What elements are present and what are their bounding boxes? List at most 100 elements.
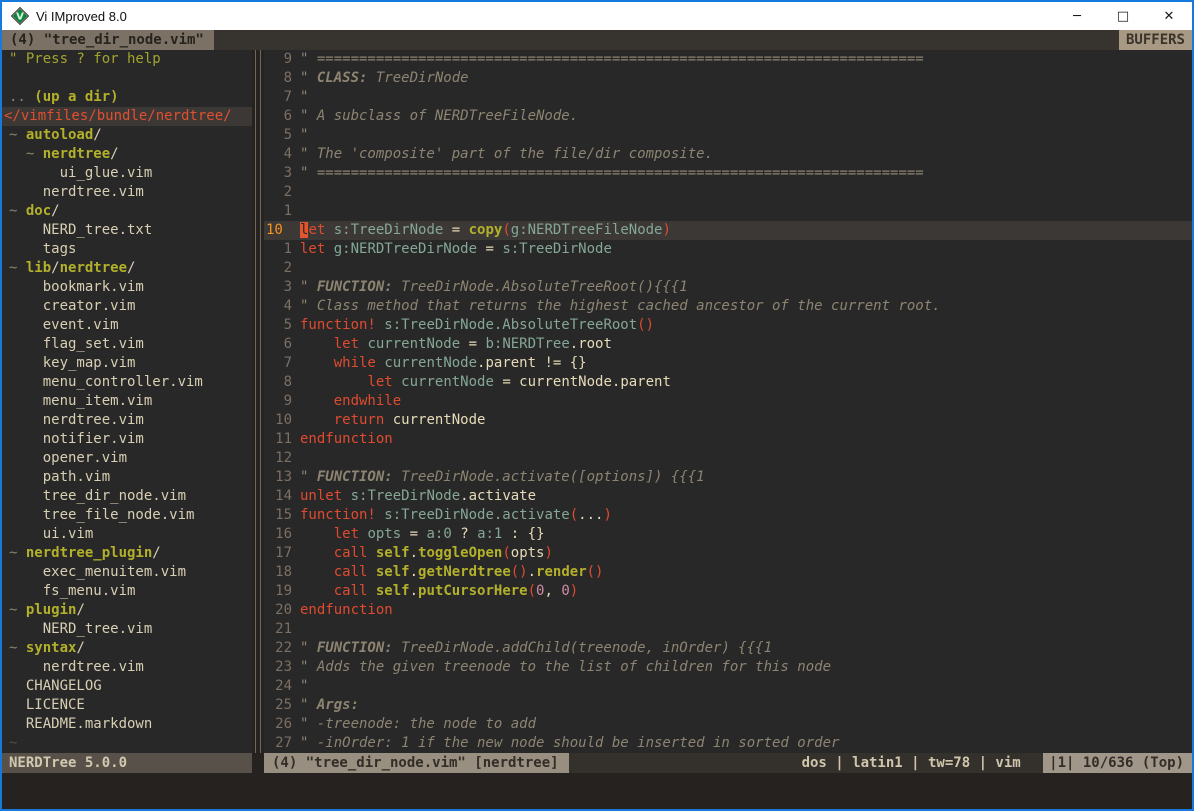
tree-item[interactable]: event.vim (2, 316, 252, 335)
tree-item-text: bookmark.vim (9, 278, 144, 297)
code-line[interactable]: 6" A subclass of NERDTreeFileNode. (264, 107, 1192, 126)
code-line[interactable]: 1let g:NERDTreeDirNode = s:TreeDirNode (264, 240, 1192, 259)
code-line[interactable]: 10let s:TreeDirNode = copy(g:NERDTreeFil… (264, 221, 1192, 240)
code-line-text: endfunction (300, 601, 393, 620)
code-line[interactable]: 5function! s:TreeDirNode.AbsoluteTreeRoo… (264, 316, 1192, 335)
tree-item[interactable]: LICENCE (2, 696, 252, 715)
tree-item[interactable]: </vimfiles/bundle/nerdtree/ (2, 107, 252, 126)
tree-item[interactable]: opener.vim (2, 449, 252, 468)
tab-current[interactable]: (4) "tree_dir_node.vim" (2, 30, 214, 50)
code-line[interactable]: 4" The 'composite' part of the file/dir … (264, 145, 1192, 164)
command-line[interactable] (2, 773, 1192, 809)
tree-item[interactable]: ~ autoload/ (2, 126, 252, 145)
tree-item[interactable]: bookmark.vim (2, 278, 252, 297)
tree-item-text: ~ doc/ (9, 202, 60, 221)
tree-item[interactable] (2, 69, 252, 88)
tree-item[interactable]: ~ plugin/ (2, 601, 252, 620)
tree-item[interactable]: ui_glue.vim (2, 164, 252, 183)
code-line[interactable]: 8 let currentNode = currentNode.parent (264, 373, 1192, 392)
minimize-button[interactable]: ─ (1054, 2, 1100, 30)
tabline: (4) "tree_dir_node.vim" BUFFERS (2, 30, 1192, 50)
buffers-tab[interactable]: BUFFERS (1119, 30, 1192, 50)
code-line[interactable]: 15function! s:TreeDirNode.activate(...) (264, 506, 1192, 525)
tree-item[interactable]: exec_menuitem.vim (2, 563, 252, 582)
tree-item[interactable]: nerdtree.vim (2, 183, 252, 202)
tree-item[interactable]: README.markdown (2, 715, 252, 734)
code-line[interactable]: 4" Class method that returns the highest… (264, 297, 1192, 316)
maximize-button[interactable]: □ (1100, 2, 1146, 30)
code-line[interactable]: 7" (264, 88, 1192, 107)
tree-item[interactable]: creator.vim (2, 297, 252, 316)
code-line[interactable]: 11endfunction (264, 430, 1192, 449)
tree-item[interactable]: ~ doc/ (2, 202, 252, 221)
tree-item[interactable]: ~ (2, 734, 252, 753)
code-line[interactable]: 2 (264, 259, 1192, 278)
tree-item[interactable]: menu_item.vim (2, 392, 252, 411)
tree-item[interactable]: path.vim (2, 468, 252, 487)
nerdtree-status: NERDTree 5.0.0 (2, 753, 252, 773)
code-line[interactable]: 18 call self.getNerdtree().render() (264, 563, 1192, 582)
tree-item[interactable]: NERD_tree.txt (2, 221, 252, 240)
code-line[interactable]: 21 (264, 620, 1192, 639)
code-line[interactable]: 24" (264, 677, 1192, 696)
tree-item[interactable]: .. (up a dir) (2, 88, 252, 107)
code-line[interactable]: 19 call self.putCursorHere(0, 0) (264, 582, 1192, 601)
code-line[interactable]: 17 call self.toggleOpen(opts) (264, 544, 1192, 563)
code-line[interactable]: 3" FUNCTION: TreeDirNode.AbsoluteTreeRoo… (264, 278, 1192, 297)
tree-item[interactable]: " Press ? for help (2, 50, 252, 69)
tree-item-text: menu_controller.vim (9, 373, 203, 392)
line-number: 11 (264, 430, 292, 449)
tree-item[interactable]: CHANGELOG (2, 677, 252, 696)
line-number: 17 (264, 544, 292, 563)
line-number: 1 (264, 202, 292, 221)
tree-item[interactable]: ~ nerdtree_plugin/ (2, 544, 252, 563)
code-line[interactable]: 3" =====================================… (264, 164, 1192, 183)
tree-item[interactable]: notifier.vim (2, 430, 252, 449)
code-line[interactable]: 23" Adds the given treenode to the list … (264, 658, 1192, 677)
code-line[interactable]: 9 endwhile (264, 392, 1192, 411)
tree-item[interactable]: ~ nerdtree/ (2, 145, 252, 164)
code-line[interactable]: 25" Args: (264, 696, 1192, 715)
tree-item-text: menu_item.vim (9, 392, 152, 411)
tree-item[interactable]: nerdtree.vim (2, 411, 252, 430)
close-button[interactable]: ✕ (1146, 2, 1192, 30)
code-line-text: call self.putCursorHere(0, 0) (300, 582, 578, 601)
tree-item[interactable]: ui.vim (2, 525, 252, 544)
code-line[interactable]: 13" FUNCTION: TreeDirNode.activate([opti… (264, 468, 1192, 487)
code-line[interactable]: 9" =====================================… (264, 50, 1192, 69)
tree-item[interactable]: flag_set.vim (2, 335, 252, 354)
line-number: 19 (264, 582, 292, 601)
code-line[interactable]: 5" (264, 126, 1192, 145)
tree-item-text: CHANGELOG (9, 677, 102, 696)
tree-item[interactable]: fs_menu.vim (2, 582, 252, 601)
tree-item[interactable]: tree_dir_node.vim (2, 487, 252, 506)
code-line[interactable]: 26" -treenode: the node to add (264, 715, 1192, 734)
code-line[interactable]: 1 (264, 202, 1192, 221)
code-line[interactable]: 10 return currentNode (264, 411, 1192, 430)
tree-item-text: ~ nerdtree_plugin/ (9, 544, 161, 563)
code-line[interactable]: 12 (264, 449, 1192, 468)
tree-item[interactable]: menu_controller.vim (2, 373, 252, 392)
tree-item[interactable]: nerdtree.vim (2, 658, 252, 677)
tree-item[interactable]: key_map.vim (2, 354, 252, 373)
tree-item[interactable]: ~ syntax/ (2, 639, 252, 658)
code-line-text: while currentNode.parent != {} (300, 354, 587, 373)
tree-item[interactable]: NERD_tree.vim (2, 620, 252, 639)
tree-item-text: flag_set.vim (9, 335, 144, 354)
code-line[interactable]: 20endfunction (264, 601, 1192, 620)
code-line[interactable]: 16 let opts = a:0 ? a:1 : {} (264, 525, 1192, 544)
code-line[interactable]: 7 while currentNode.parent != {} (264, 354, 1192, 373)
code-line[interactable]: 2 (264, 183, 1192, 202)
code-line[interactable]: 6 let currentNode = b:NERDTree.root (264, 335, 1192, 354)
code-line[interactable]: 14unlet s:TreeDirNode.activate (264, 487, 1192, 506)
tree-item[interactable]: ~ lib/nerdtree/ (2, 259, 252, 278)
code-line[interactable]: 22" FUNCTION: TreeDirNode.addChild(treen… (264, 639, 1192, 658)
code-line[interactable]: 27" -inOrder: 1 if the new node should b… (264, 734, 1192, 753)
code-line[interactable]: 8" CLASS: TreeDirNode (264, 69, 1192, 88)
code-line-text: " -inOrder: 1 if the new node should be … (300, 734, 839, 753)
tree-item[interactable]: tree_file_node.vim (2, 506, 252, 525)
tree-item[interactable]: tags (2, 240, 252, 259)
line-number: 3 (264, 278, 292, 297)
window-separator[interactable] (252, 50, 264, 753)
line-number: 1 (264, 240, 292, 259)
